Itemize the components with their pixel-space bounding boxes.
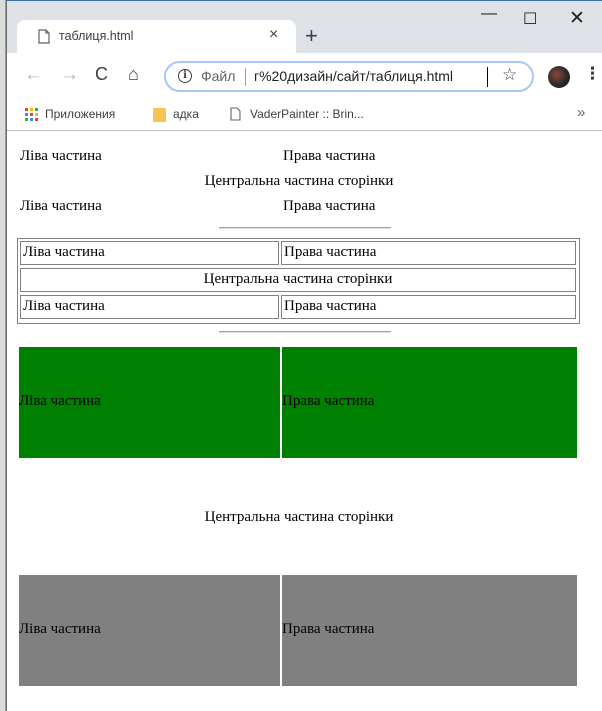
new-tab-button[interactable]: + [305,23,318,49]
right-cell: Права частина [283,148,376,164]
right-cell: Права частина [281,241,576,265]
bookmarks-bar: Приложения адка VaderPainter :: Brin... … [7,99,602,131]
green-right-cell: Права частина [282,347,577,458]
page-icon [230,107,241,121]
tab-title: таблиця.html [59,29,134,43]
tab-close-icon[interactable]: × [269,26,278,44]
left-cell: Ліва частина [20,241,279,265]
bookmark-vaderpainter[interactable]: VaderPainter :: Brin... [250,107,364,121]
bookmark-folder[interactable]: адка [173,107,199,121]
bookmarks-overflow-icon[interactable]: » [577,104,585,121]
apps-grid-icon[interactable] [25,108,39,122]
bookmark-apps[interactable]: Приложения [45,107,115,121]
gray-left-cell: Ліва частина [19,575,280,686]
left-cell: Ліва частина [20,198,102,214]
right-cell: Права частина [283,198,376,214]
page-icon [38,29,50,44]
right-cell: Права частина [281,295,576,319]
maximize-button[interactable]: ☐ [523,9,537,29]
text-caret [487,67,488,87]
table-row: Ліва частина Права частина [7,198,602,220]
table-row: Ліва частина Права частина [7,148,602,170]
table-row: Центральна частина сторінки [7,173,602,195]
gray-right-cell: Права частина [282,575,577,686]
horizontal-rule [219,331,391,333]
home-icon[interactable]: ⌂ [128,64,139,85]
left-cell: Ліва частина [20,295,279,319]
forward-arrow-icon[interactable]: → [60,64,79,86]
address-bar[interactable]: i Файл г%20дизайн/сайт/таблиця.html ☆ [164,61,534,92]
back-arrow-icon[interactable]: ← [24,64,43,86]
browser-toolbar: ← → C ⌂ i Файл г%20дизайн/сайт/таблиця.h… [7,53,602,99]
scheme-label: Файл [201,68,236,84]
left-cell: Ліва частина [20,148,102,164]
menu-dots-icon[interactable]: ⋮ [584,64,601,84]
bookmark-star-icon[interactable]: ☆ [502,65,517,85]
info-icon[interactable]: i [178,69,192,83]
active-tab[interactable]: таблиця.html × [17,20,296,53]
page-content: Ліва частина Права частина Центральна ча… [7,132,602,711]
minimize-button[interactable]: — [481,5,497,23]
address-separator [245,68,246,86]
profile-avatar[interactable] [548,66,570,88]
horizontal-rule [219,227,391,229]
folder-icon [153,108,166,122]
center-cell: Центральна частина сторінки [20,268,576,292]
url-text[interactable]: г%20дизайн/сайт/таблиця.html [254,68,453,84]
center-cell: Центральна частина сторінки [204,509,394,525]
green-left-cell: Ліва частина [19,347,280,458]
reload-icon[interactable]: C [95,64,108,85]
tab-strip: таблиця.html × + — ☐ ✕ [7,1,602,53]
bordered-table: Ліва частина Права частина Центральна ча… [17,238,580,324]
browser-window: таблиця.html × + — ☐ ✕ ← → C ⌂ i Файл г%… [6,0,602,711]
close-window-button[interactable]: ✕ [569,7,585,30]
table-row: Центральна частина сторінки [7,509,602,531]
center-cell: Центральна частина сторінки [204,173,394,189]
